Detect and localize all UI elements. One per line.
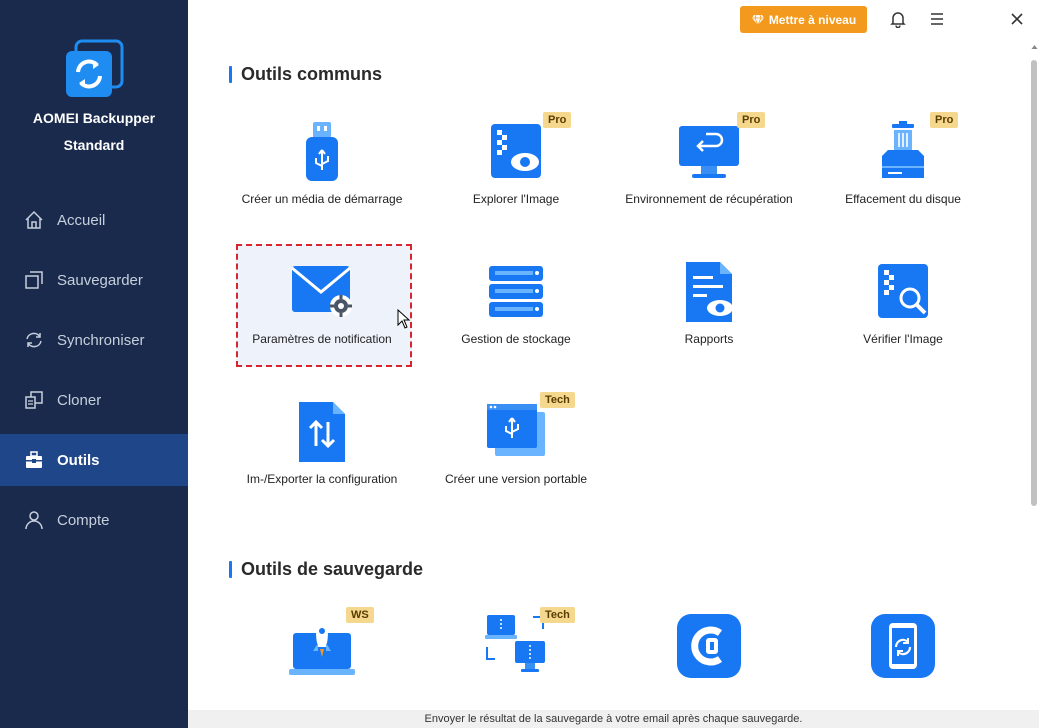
section-accent-bar xyxy=(229,66,232,83)
network-devices-icon xyxy=(485,615,545,672)
tool-storage-management[interactable]: Gestion de stockage xyxy=(426,260,606,380)
tool-verify-image[interactable]: Vérifier l'Image xyxy=(813,260,993,380)
tool-laptop-backup[interactable] xyxy=(232,613,412,683)
laptop-rocket-icon xyxy=(289,617,355,675)
tool-notification-settings[interactable]: Paramètres de notification xyxy=(232,260,412,380)
upgrade-button[interactable]: Mettre à niveau xyxy=(740,6,867,33)
app-name: AOMEI Backupper xyxy=(32,110,156,126)
storage-server-icon xyxy=(489,266,543,317)
section-title-text: Outils communs xyxy=(241,64,383,84)
sidebar-item-label: Cloner xyxy=(57,391,102,409)
app-edition: Standard xyxy=(63,137,125,153)
diamond-icon xyxy=(751,14,764,26)
sync-icon xyxy=(26,332,42,348)
tool-label: Créer un média de démarrage xyxy=(241,192,403,206)
tool-label: Effacement du disque xyxy=(845,192,961,206)
tech-badge: Tech xyxy=(540,607,575,623)
explore-image-icon xyxy=(491,124,541,178)
sidebar-item-label: Compte xyxy=(57,511,110,529)
backup-icon xyxy=(25,271,43,289)
tool-create-portable-version[interactable]: Créer une version portable xyxy=(426,400,606,520)
tool-label: Gestion de stockage xyxy=(461,332,571,346)
section-title-text: Outils de sauvegarde xyxy=(241,559,424,579)
upgrade-label: Mettre à niveau xyxy=(768,12,857,27)
mouse-cursor-icon xyxy=(397,309,411,329)
tool-import-export-config[interactable]: Im-/Exporter la configuration xyxy=(232,400,412,520)
sidebar-item-compte[interactable]: Compte xyxy=(0,494,188,546)
sidebar: AOMEI Backupper Standard Accueil Sauvega… xyxy=(0,0,188,728)
sidebar-item-label: Sauvegarder xyxy=(57,271,143,289)
user-icon xyxy=(25,511,43,530)
toolbox-icon xyxy=(26,451,42,468)
mail-settings-icon xyxy=(291,266,352,317)
disk-wipe-icon xyxy=(882,121,924,178)
tool-reports[interactable]: Rapports xyxy=(619,260,799,380)
tool-disk-wipe[interactable]: Effacement du disque xyxy=(813,120,993,240)
tool-cbackup[interactable] xyxy=(619,613,799,683)
bell-icon[interactable] xyxy=(889,10,907,28)
ws-badge: WS xyxy=(346,607,374,623)
tool-explore-image[interactable]: Explorer l'Image xyxy=(426,120,606,240)
section-accent-bar xyxy=(229,561,232,578)
tool-label: Rapports xyxy=(684,332,734,346)
sidebar-item-label: Accueil xyxy=(57,211,106,229)
home-icon xyxy=(25,210,43,229)
usb-drive-icon xyxy=(306,122,338,181)
tool-network-backup[interactable] xyxy=(426,613,606,683)
portable-version-icon xyxy=(487,404,545,456)
phone-sync-icon xyxy=(871,614,935,678)
sidebar-item-outils[interactable]: Outils xyxy=(0,434,188,486)
sidebar-item-cloner[interactable]: Cloner xyxy=(0,374,188,426)
tool-phone-backup[interactable] xyxy=(813,613,993,683)
tool-label: Im-/Exporter la configuration xyxy=(246,472,398,486)
section-title-backup: Outils de sauvegarde xyxy=(229,559,423,580)
section-title-common: Outils communs xyxy=(229,64,382,85)
tool-label: Paramètres de notification xyxy=(252,332,392,346)
scrollbar-thumb[interactable] xyxy=(1031,60,1037,506)
tech-badge: Tech xyxy=(540,392,575,408)
clone-icon xyxy=(25,391,43,409)
tool-label: Environnement de récupération xyxy=(625,192,793,206)
sidebar-item-accueil[interactable]: Accueil xyxy=(0,194,188,246)
sidebar-item-sauvegarder[interactable]: Sauvegarder xyxy=(0,254,188,306)
app-logo-icon xyxy=(66,39,124,97)
sidebar-item-label: Synchroniser xyxy=(57,331,145,349)
sidebar-item-label: Outils xyxy=(57,451,100,469)
scroll-up-arrow-icon[interactable] xyxy=(1030,43,1039,51)
tool-recovery-environment[interactable]: Environnement de récupération xyxy=(619,120,799,240)
menu-icon[interactable] xyxy=(928,10,946,28)
close-icon[interactable] xyxy=(1008,10,1026,28)
report-icon xyxy=(686,262,733,322)
recovery-monitor-icon xyxy=(679,126,739,178)
verify-image-icon xyxy=(878,264,928,318)
cbackup-icon xyxy=(677,614,741,678)
pro-badge: Pro xyxy=(543,112,572,128)
tool-label: Explorer l'Image xyxy=(472,192,560,206)
status-bar: Envoyer le résultat de la sauvegarde à v… xyxy=(188,710,1039,728)
tool-label: Vérifier l'Image xyxy=(863,332,943,346)
sidebar-item-synchroniser[interactable]: Synchroniser xyxy=(0,314,188,366)
tool-create-boot-media[interactable]: Créer un média de démarrage xyxy=(232,120,412,240)
tool-label: Créer une version portable xyxy=(444,472,588,486)
pro-badge: Pro xyxy=(737,112,766,128)
import-export-icon xyxy=(299,402,345,462)
pro-badge: Pro xyxy=(930,112,959,128)
